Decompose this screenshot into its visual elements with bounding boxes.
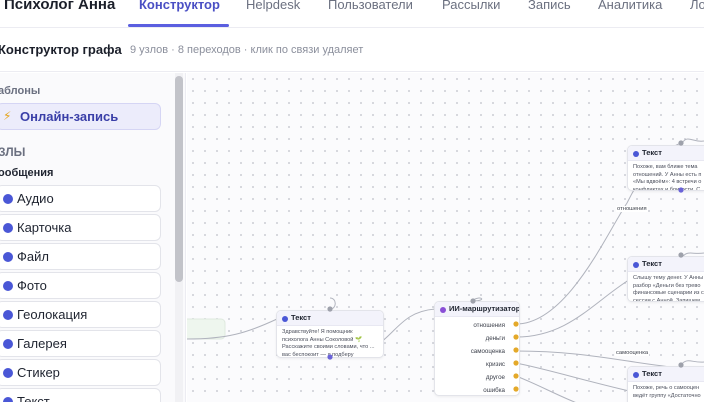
template-label: Онлайн-запись <box>20 109 119 124</box>
node-type-dot-icon <box>440 307 446 313</box>
node-palette-sidebar: аблоны ⚡ Онлайн-запись ЗЛЫ ообщения Ауди… <box>0 73 186 402</box>
palette-item-label: Фото <box>17 278 47 293</box>
palette-item-label: Файл <box>17 249 49 264</box>
node-type-dot-icon <box>3 310 13 320</box>
palette-item-label: Геолокация <box>17 307 88 322</box>
node-type-dot-icon <box>3 252 13 262</box>
node-body-text: Слышу тему денег. У Анны разбор «Деньги … <box>633 275 704 302</box>
graph-edge[interactable] <box>329 297 336 310</box>
page-header: Конструктор графа 9 узлов · 8 переходов … <box>0 28 704 72</box>
tab-booking[interactable]: Запись <box>528 0 571 12</box>
node-body-text: Здравствуйте! Я помощник психолога Анны … <box>282 329 375 358</box>
palette-item-gallery[interactable]: Галерея <box>0 330 161 357</box>
router-port-selfesteem: самооценка <box>470 348 505 355</box>
graph-node-ai-router[interactable]: ИИ-маршрутизатор отношения деньги самооц… <box>434 301 520 396</box>
offscreen-node <box>187 318 226 340</box>
router-port-error: ошибка <box>483 387 505 394</box>
sidebar-scrollbar-thumb[interactable] <box>175 76 183 282</box>
router-port-crisis: кризис <box>486 361 505 368</box>
node-type-dot-icon <box>3 194 13 204</box>
palette-item-label: Аудио <box>17 191 54 206</box>
router-port-other: другое <box>485 374 505 381</box>
node-body-text: Похоже, речь о самооцен ведёт группу «До… <box>633 385 701 399</box>
node-title: Текст <box>642 369 662 378</box>
tab-mailings[interactable]: Рассылки <box>442 0 500 12</box>
top-nav: Психолог Анна Конструктор Helpdesk Польз… <box>0 0 704 28</box>
node-body-text: Похоже, вам ближе тема отношений. У Анны… <box>633 164 702 191</box>
node-header <box>628 257 704 272</box>
palette-item-sticker[interactable]: Стикер <box>0 359 161 386</box>
edge-label-relations: отношения <box>616 206 648 212</box>
edge-label-selfesteem: самооценка <box>615 350 650 356</box>
template-online-booking[interactable]: ⚡ Онлайн-запись <box>0 103 161 130</box>
node-type-dot-icon <box>3 339 13 349</box>
node-title: Текст <box>291 313 311 322</box>
palette-item-label: Галерея <box>17 336 67 351</box>
node-title: Текст <box>642 148 662 157</box>
node-type-dot-icon <box>3 368 13 378</box>
node-header <box>628 146 704 161</box>
node-title: ИИ-маршрутизатор <box>449 304 520 313</box>
router-port-money: деньги <box>485 335 505 342</box>
palette-item-audio[interactable]: Аудио <box>0 185 161 212</box>
palette-item-file[interactable]: Файл <box>0 243 161 270</box>
graph-canvas[interactable]: Текст Здравствуйте! Я помощник психолога… <box>187 73 704 402</box>
node-type-dot-icon <box>3 281 13 291</box>
node-type-dot-icon <box>633 262 639 268</box>
palette-item-photo[interactable]: Фото <box>0 272 161 299</box>
node-type-dot-icon <box>282 316 288 322</box>
node-type-dot-icon <box>633 372 639 378</box>
tab-helpdesk[interactable]: Helpdesk <box>246 0 300 12</box>
tab-constructor[interactable]: Конструктор <box>139 0 220 12</box>
node-type-dot-icon <box>3 397 13 402</box>
node-type-dot-icon <box>3 223 13 233</box>
graph-edge-other[interactable] <box>515 375 607 402</box>
node-type-dot-icon <box>633 151 639 157</box>
messages-heading: ообщения <box>0 167 54 179</box>
page-title: Конструктор графа <box>0 42 122 57</box>
graph-stats: 9 узлов · 8 переходов · клик по связи уд… <box>130 44 364 56</box>
lightning-icon: ⚡ <box>3 109 12 123</box>
palette-item-label: Текст <box>17 394 50 402</box>
graph-node-text-money[interactable]: Текст Слышу тему денег. У Анны разбор «Д… <box>627 256 704 302</box>
tab-analytics[interactable]: Аналитика <box>598 0 662 12</box>
graph-edge[interactable] <box>680 360 704 366</box>
tab-more[interactable]: Ло <box>690 0 704 12</box>
templates-heading: аблоны <box>0 85 41 97</box>
palette-item-label: Карточка <box>17 220 72 235</box>
active-tab-indicator <box>128 24 229 27</box>
palette-item-card[interactable]: Карточка <box>0 214 161 241</box>
graph-node-text-relations[interactable]: Текст Похоже, вам ближе тема отношений. … <box>627 145 704 191</box>
nodes-heading: ЗЛЫ <box>0 145 26 159</box>
palette-item-geolocation[interactable]: Геолокация <box>0 301 161 328</box>
tab-users[interactable]: Пользователи <box>328 0 413 12</box>
node-header <box>628 367 704 382</box>
palette-item-text[interactable]: Текст <box>0 388 161 402</box>
graph-node-text-greeting[interactable]: Текст Здравствуйте! Я помощник психолога… <box>276 310 384 358</box>
graph-node-text-selfesteem[interactable]: Текст Похоже, речь о самооцен ведёт груп… <box>627 366 704 402</box>
node-title: Текст <box>642 259 662 268</box>
palette-item-label: Стикер <box>17 365 60 380</box>
app-title: Психолог Анна <box>4 0 116 13</box>
router-port-relations: отношения <box>473 322 505 329</box>
